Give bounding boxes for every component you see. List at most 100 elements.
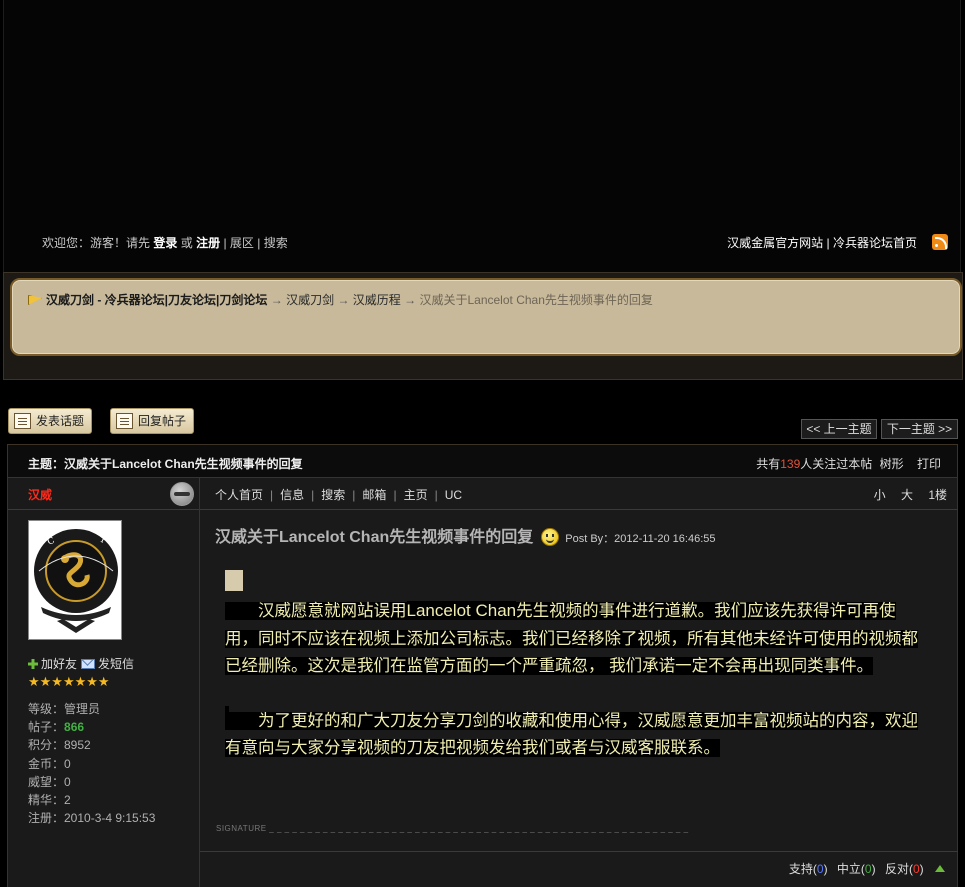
rss-icon[interactable] <box>932 234 948 250</box>
close-paren: ) <box>823 862 828 876</box>
rank-stars: ★★★★★★★ <box>28 674 110 689</box>
print-link[interactable]: 打印 <box>917 457 941 471</box>
stat-registered: 注册：2010-3-4 9:15:53 <box>28 811 156 826</box>
official-site-link[interactable]: 汉威金属官方网站 <box>727 236 823 250</box>
vote-support-button[interactable]: 支持 <box>789 862 813 876</box>
external-links: 汉威金属官方网站 | 冷兵器论坛首页 <box>727 234 917 251</box>
author-stats: 等级：管理员 帖子：866 积分：8952 金币：0 威望：0 精华：2 注册：… <box>28 700 155 827</box>
post-title-text: 汉威关于Lancelot Chan先生视频事件的回复 <box>215 529 534 546</box>
header-banner <box>3 0 961 272</box>
stat-level: 等级：管理员 <box>28 702 101 716</box>
separator: | <box>393 488 397 502</box>
or-text: 或 <box>180 236 193 250</box>
post-footer-divider <box>200 851 958 852</box>
menu-search[interactable]: 搜索 <box>321 488 345 502</box>
breadcrumb-current: 汉威关于Lancelot Chan先生视频事件的回复 <box>419 293 653 307</box>
stat-posts-label: 帖子： <box>28 720 65 735</box>
add-friend-link[interactable]: 加好友 <box>41 657 77 671</box>
post-size-controls: 小 大 1楼 <box>874 486 947 503</box>
plus-icon <box>28 659 38 669</box>
search-link[interactable]: 搜索 <box>264 236 288 250</box>
close-paren: ) <box>919 862 924 876</box>
post-paragraph-1: 汉威愿意就网站误用Lancelot Chan先生视频的事件进行道歉。我们应该先获… <box>225 597 925 681</box>
post-text: 为了更好的和广大刀友分享刀剑的收藏和使用心得，汉威愿意更加丰富视频站的内容，欢迎… <box>225 711 918 757</box>
welcome-bar: 欢迎您：游客！请先 登录 或 注册 | 展区 | 搜索 <box>42 234 288 251</box>
next-topic-button[interactable]: 下一主题 >> <box>881 419 958 439</box>
crest-icon: C T <box>29 521 121 639</box>
menu-mail[interactable]: 邮箱 <box>362 488 386 502</box>
exhibition-link[interactable]: 展区 <box>230 236 254 250</box>
stat-coins: 金币：0 <box>28 756 71 771</box>
font-large-button[interactable]: 大 <box>901 488 913 502</box>
separator: | <box>270 488 274 502</box>
thread-tools: 共有139人关注过本帖 树形 打印 <box>756 455 941 472</box>
signature-divider: SIGNATURE _ _ _ _ _ _ _ _ _ _ _ _ _ _ _ … <box>216 824 689 833</box>
mail-icon <box>81 659 96 669</box>
menu-home[interactable]: 个人首页 <box>215 488 263 502</box>
post-text-highlight: Lancelot Chan <box>406 601 517 620</box>
breadcrumb-section[interactable]: 汉威刀剑 <box>286 293 334 307</box>
post-title: 汉威关于Lancelot Chan先生视频事件的回复 Post By：2012-1… <box>215 523 715 547</box>
tree-view-link[interactable]: 树形 <box>880 457 904 471</box>
stat-posts: 帖子：866 <box>28 718 155 736</box>
breadcrumb-subsection[interactable]: 汉威历程 <box>353 293 401 307</box>
watch-prefix: 共有 <box>756 457 781 471</box>
reply-label: 回复帖子 <box>138 414 187 428</box>
forum-home-link[interactable]: 冷兵器论坛首页 <box>833 236 917 250</box>
separator: | <box>434 488 438 502</box>
menu-info[interactable]: 信息 <box>280 488 304 502</box>
breadcrumb-forum[interactable]: 汉威刀剑 - 冷兵器论坛|刀友论坛|刀剑论坛 <box>46 293 267 307</box>
watch-suffix: 人关注过本帖 <box>800 457 873 471</box>
watch-count: 139 <box>780 457 801 471</box>
breadcrumb-arrow: → <box>337 293 350 307</box>
reply-icon <box>116 413 133 429</box>
close-paren: ) <box>871 862 876 876</box>
stat-posts-value: 866 <box>64 720 85 735</box>
avatar[interactable]: C T <box>28 520 122 640</box>
login-link[interactable]: 登录 <box>153 236 177 250</box>
send-message-link[interactable]: 发短信 <box>98 657 134 671</box>
vote-neutral-button[interactable]: 中立 <box>837 862 861 876</box>
post-by: Post By：2012-11-20 16:46:55 <box>565 533 716 545</box>
post-body: 汉威愿意就网站误用Lancelot Chan先生视频的事件进行道歉。我们应该先获… <box>225 570 925 763</box>
vote-oppose-button[interactable]: 反对 <box>885 862 909 876</box>
breadcrumb-arrow: → <box>270 293 283 307</box>
welcome-text: 欢迎您：游客！请先 <box>42 236 151 250</box>
text-cursor-mark <box>225 706 229 723</box>
breadcrumb: 汉威刀剑 - 冷兵器论坛|刀友论坛|刀剑论坛 → 汉威刀剑 → 汉威历程 → 汉… <box>28 291 653 308</box>
separator: | <box>311 488 315 502</box>
separator: | <box>223 236 227 250</box>
prev-topic-button[interactable]: << 上一主题 <box>801 419 877 439</box>
font-small-button[interactable]: 小 <box>874 488 886 502</box>
menu-uc[interactable]: UC <box>445 488 462 502</box>
menu-homepage[interactable]: 主页 <box>404 488 428 502</box>
reply-button[interactable]: 回复帖子 <box>110 408 194 434</box>
new-topic-button[interactable]: 发表话题 <box>8 408 92 434</box>
post-paragraph-2: 为了更好的和广大刀友分享刀剑的收藏和使用心得，汉威愿意更加丰富视频站的内容，欢迎… <box>225 708 925 763</box>
separator: | <box>826 236 830 250</box>
stat-essence: 精华：2 <box>28 793 71 808</box>
vote-support-count: 0 <box>816 862 824 876</box>
separator: | <box>257 236 261 250</box>
vote-oppose-count: 0 <box>912 862 920 876</box>
breadcrumb-box <box>10 278 962 356</box>
post-text: 汉威愿意就网站误用 <box>225 602 407 620</box>
scroll-top-icon[interactable] <box>935 865 945 872</box>
author-actions: 加好友 发短信 <box>28 655 134 672</box>
vote-bar: 支持(0) 中立(0) 反对(0) <box>789 860 945 877</box>
register-link[interactable]: 注册 <box>196 236 220 250</box>
post-menu: 个人首页 | 信息 | 搜索 | 邮箱 | 主页 | UC <box>215 486 462 503</box>
floor-number: 1楼 <box>928 488 947 502</box>
thread-title: 主题：汉威关于Lancelot Chan先生视频事件的回复 <box>28 457 303 471</box>
stat-points: 积分：8952 <box>28 738 91 753</box>
username[interactable]: 汉威 <box>28 486 52 503</box>
new-topic-label: 发表话题 <box>36 414 85 428</box>
new-topic-icon <box>14 413 31 429</box>
flag-icon <box>28 295 42 305</box>
breadcrumb-arrow: → <box>404 293 417 307</box>
stat-prestige: 威望：0 <box>28 774 71 789</box>
smile-icon <box>541 528 560 546</box>
separator: | <box>352 488 356 502</box>
offline-status-icon <box>170 482 194 506</box>
vote-neutral-count: 0 <box>864 862 872 876</box>
